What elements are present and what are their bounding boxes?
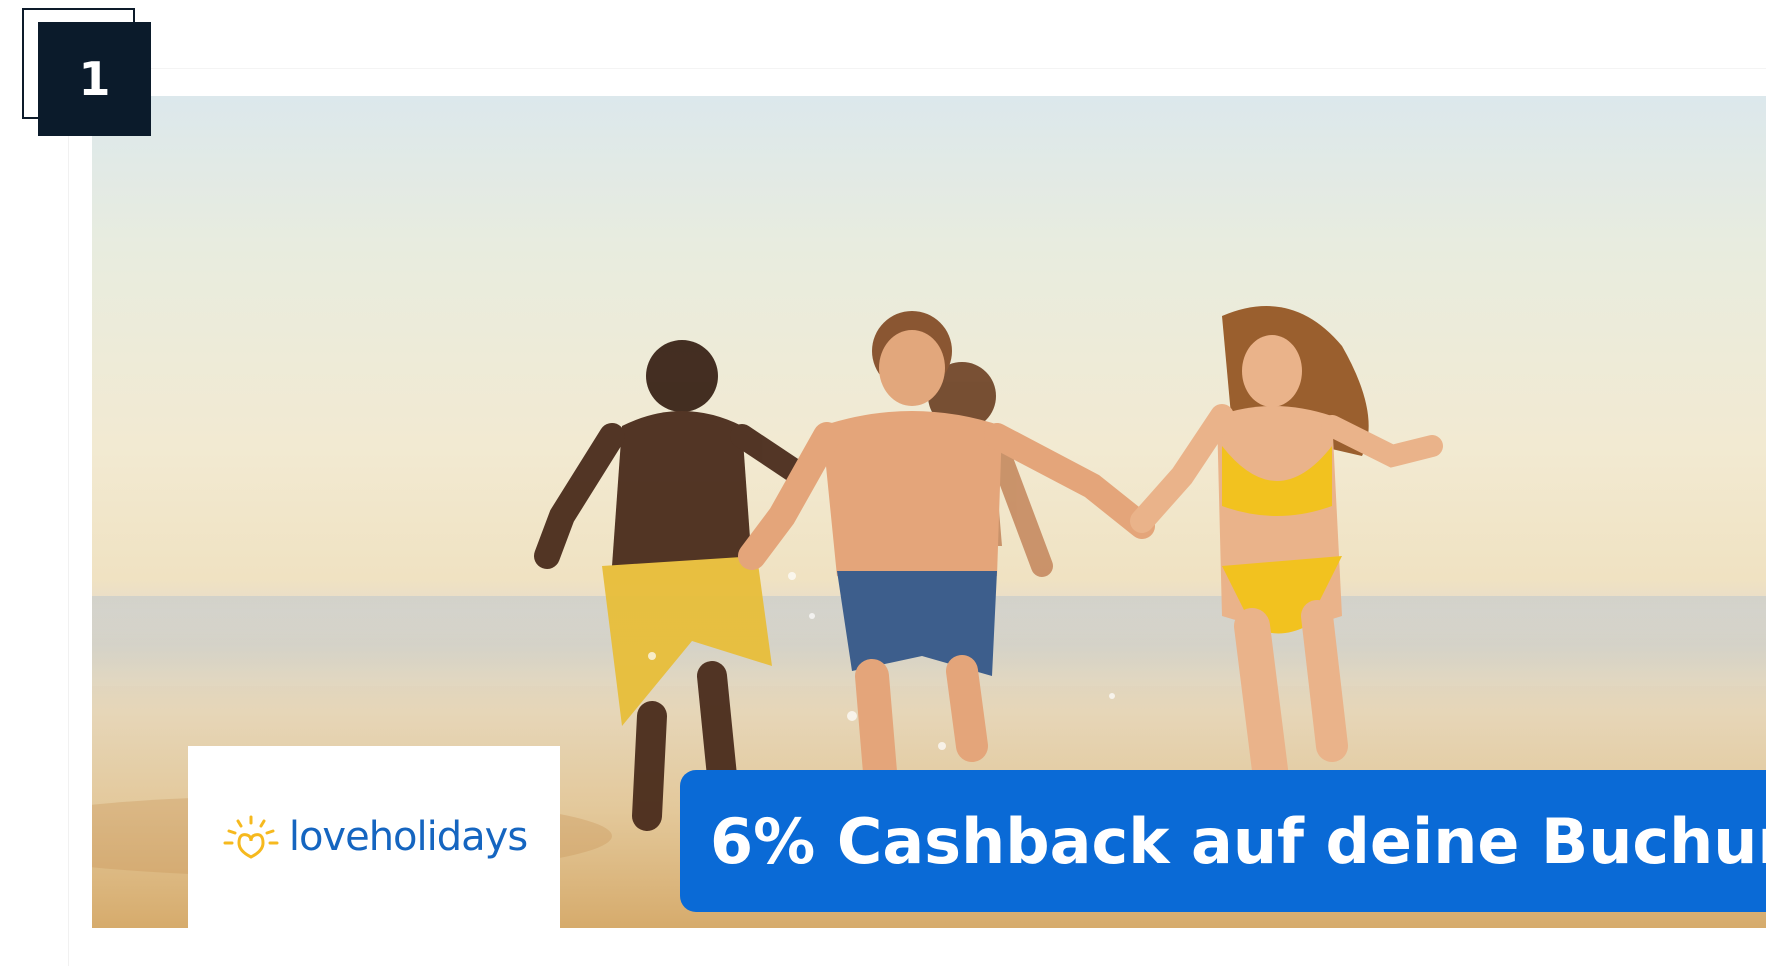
promo-banner[interactable]: loveholidays 6% Cashback auf deine Buchu…	[92, 96, 1766, 928]
brand-name: loveholidays	[288, 814, 528, 860]
page: 1 loveholidays 6% Cashback auf deine Buc…	[0, 0, 1766, 966]
person-left	[534, 340, 814, 831]
cashback-label: 6% Cashback auf deine Buchung	[680, 770, 1766, 912]
sun-heart-icon	[223, 815, 279, 859]
step-number-badge: 1	[38, 22, 151, 136]
brand-logo: loveholidays	[188, 746, 560, 928]
person-right	[1130, 306, 1443, 804]
